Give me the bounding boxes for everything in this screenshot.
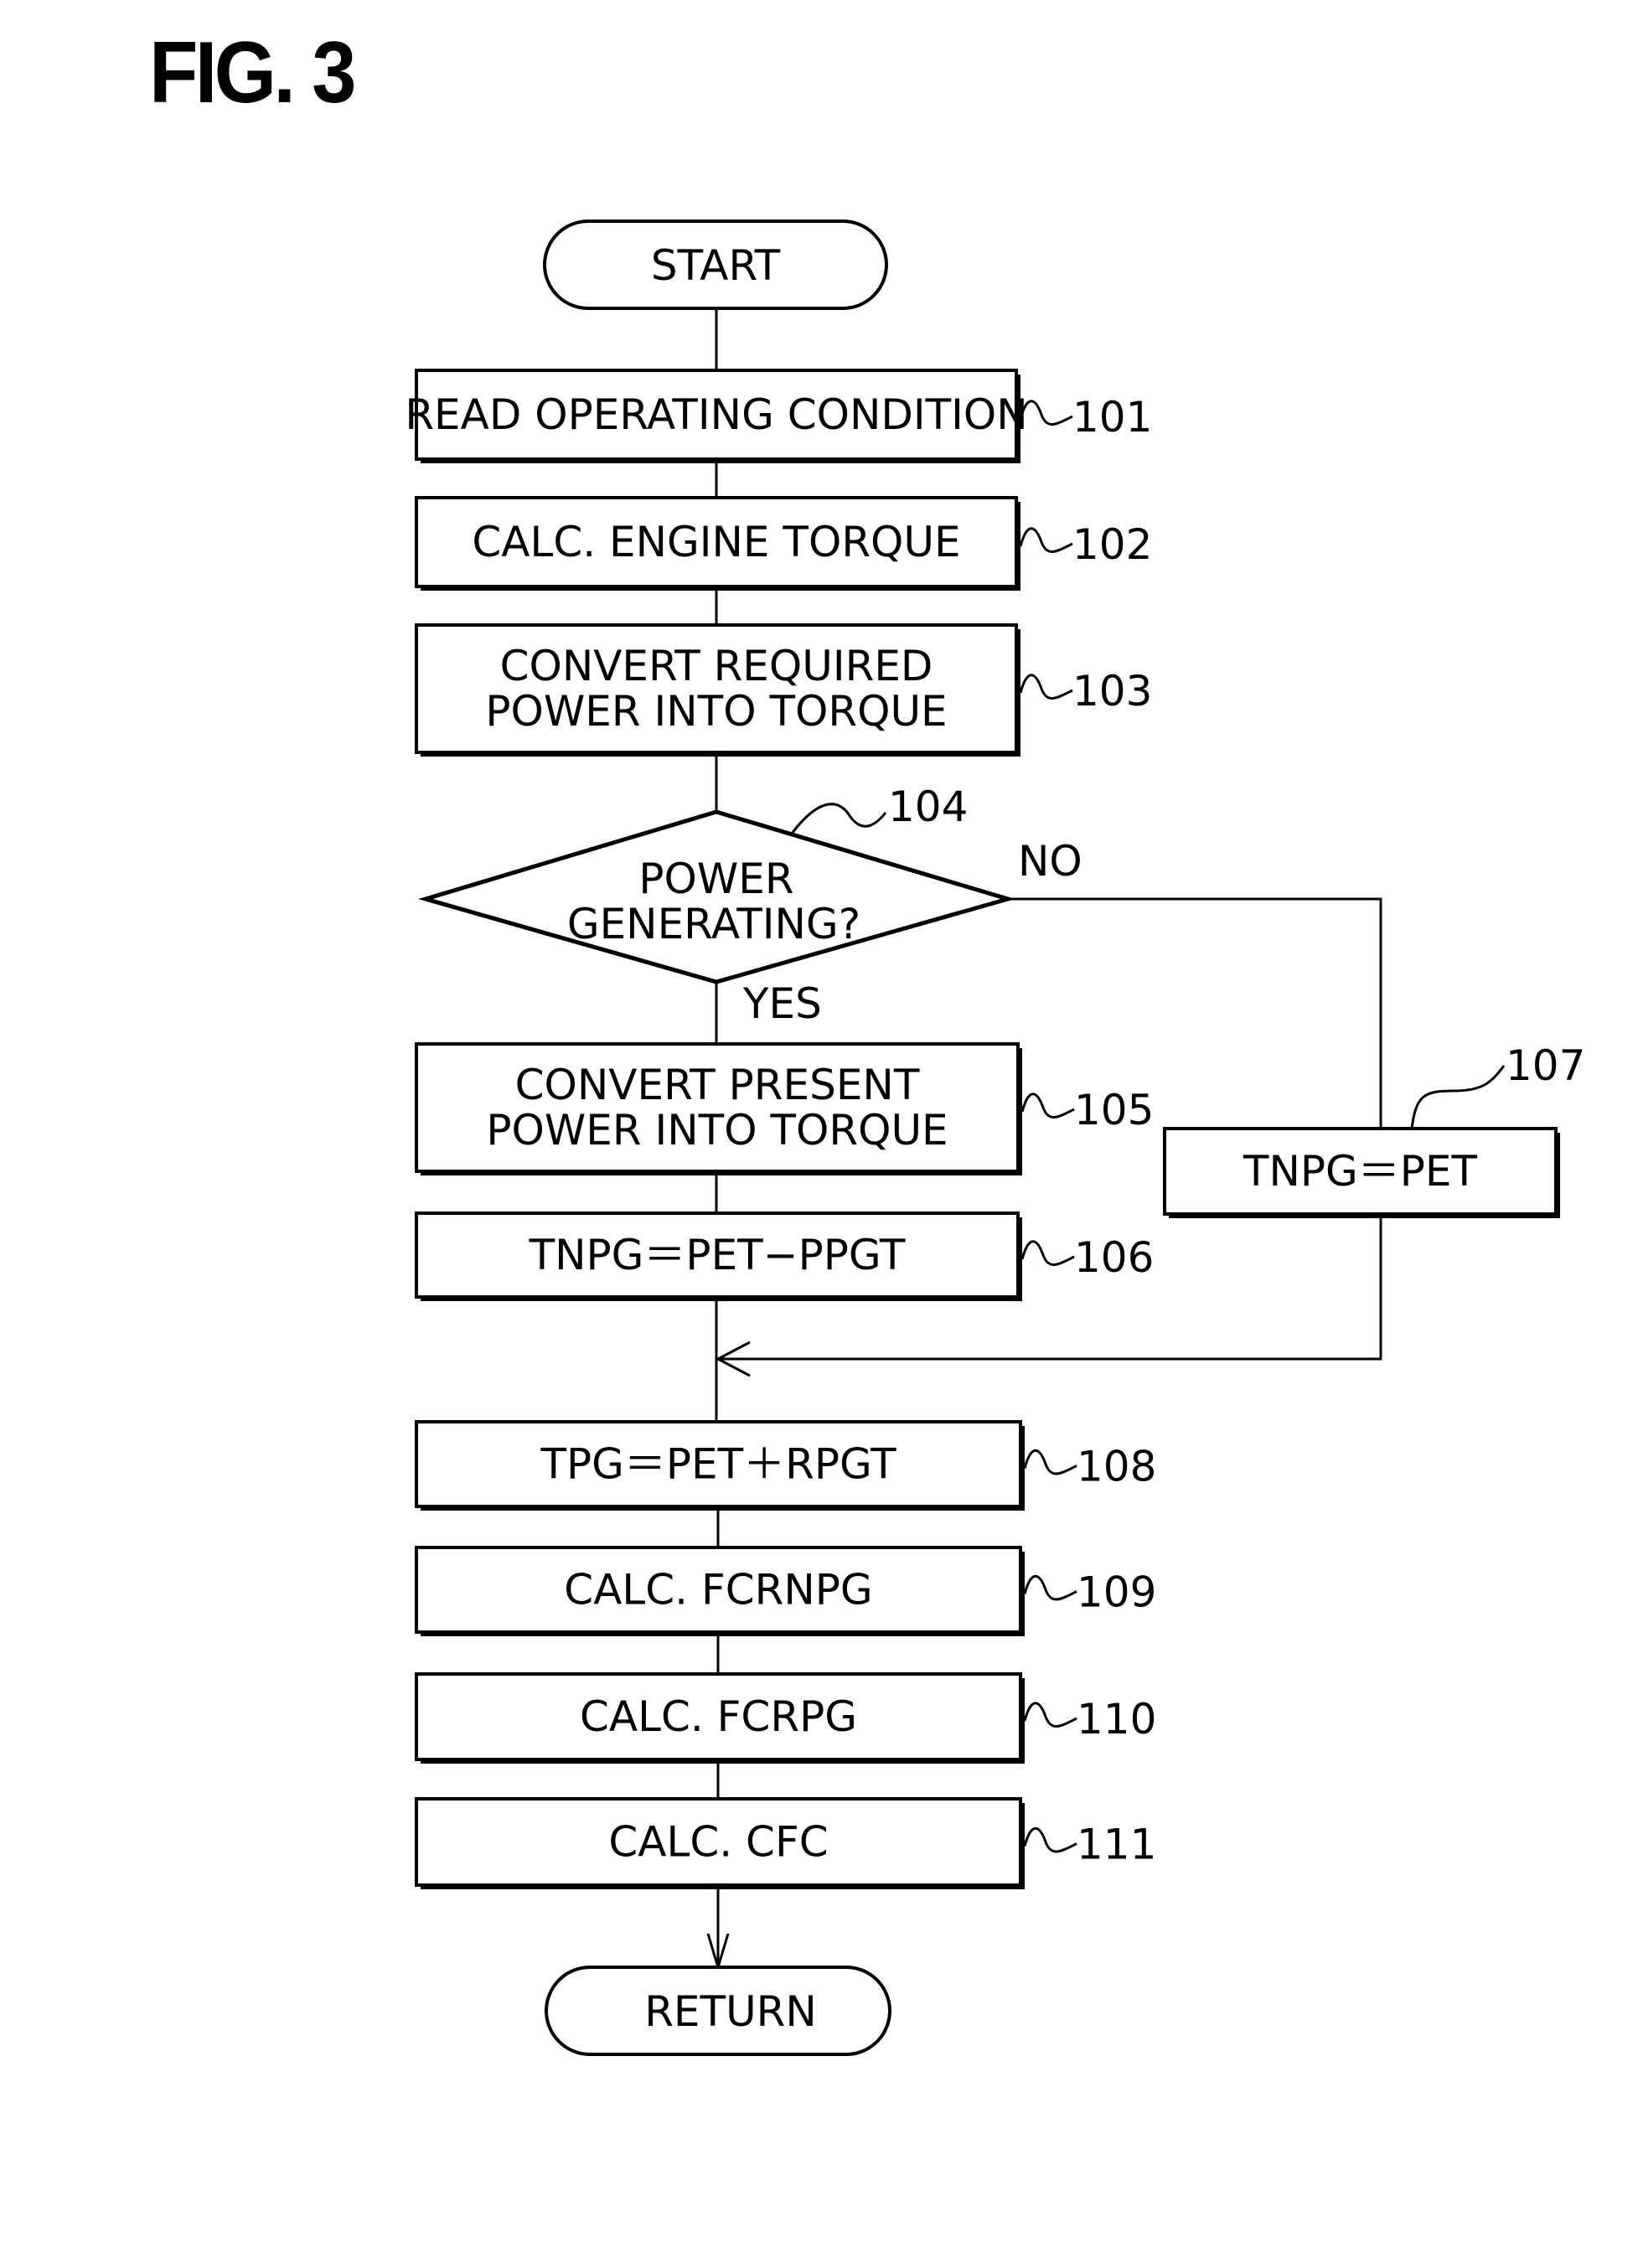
ref-109: 109 [1077, 1568, 1156, 1617]
step-107-line-1: TNPG＝PET [1243, 1147, 1478, 1196]
leader-104 [790, 803, 887, 834]
leader-110 [1023, 1702, 1077, 1728]
step-102-line-1: CALC. ENGINE TORQUE [472, 518, 960, 566]
step-106-line-1: TNPG＝PET−PPGT [529, 1231, 906, 1279]
leader-103 [1019, 674, 1073, 700]
step-105-line-2: POWER INTO TORQUE [486, 1106, 948, 1155]
no-label: NO [1018, 837, 1082, 886]
ref-101: 101 [1072, 393, 1152, 442]
step-103-line-1: CONVERT REQUIRED [500, 642, 933, 690]
step-105-line-1: CONVERT PRESENT [515, 1061, 920, 1109]
leader-101 [1019, 400, 1073, 426]
process-box-108: TPG＝PET＋RPGT 108 [415, 1420, 1156, 1511]
decision-line-2: GENERATING? [567, 900, 860, 948]
process-box-103: CONVERT REQUIREDPOWER INTO TORQUE 103 [415, 623, 1152, 757]
ref-105: 105 [1074, 1086, 1154, 1134]
process-box-107: TNPG＝PET 107 [1163, 1041, 1585, 1218]
decision-line-1: POWER [638, 855, 793, 903]
connector-104-no-107 [1008, 897, 1382, 1129]
return-terminal: RETURN [545, 1966, 891, 2056]
start-terminal: START [543, 220, 888, 310]
step-108-line-1: TPG＝PET＋RPGT [540, 1440, 896, 1489]
leader-105 [1020, 1093, 1075, 1119]
process-steps: READ OPERATING CONDITION 101 CALC. ENGINE … [405, 369, 1585, 1889]
process-box-110: CALC. FCRPG 110 [415, 1672, 1156, 1764]
process-box-102: CALC. ENGINE TORQUE 102 [415, 496, 1152, 591]
step-111-line-1: CALC. CFC [608, 1818, 828, 1867]
leader-102 [1019, 527, 1073, 553]
start-label: START [651, 241, 781, 290]
step-101-line-1: READ OPERATING CONDITION [405, 390, 1027, 439]
return-label: RETURN [644, 1987, 817, 2036]
step-103-line-2: POWER INTO TORQUE [485, 687, 947, 736]
ref-110: 110 [1077, 1695, 1156, 1744]
process-box-105: CONVERT PRESENTPOWER INTO TORQUE 105 [415, 1042, 1154, 1175]
ref-103: 103 [1072, 667, 1152, 716]
step-109-line-1: CALC. FCRNPG [564, 1566, 872, 1614]
process-box-111: CALC. CFC 111 [415, 1797, 1156, 1889]
leader-109 [1023, 1574, 1077, 1601]
leader-108 [1023, 1449, 1077, 1475]
process-box-106: TNPG＝PET−PPGT 106 [415, 1211, 1154, 1301]
flowchart: START RETURN POWER GENERATING? 104 NO YE… [405, 220, 1585, 2056]
ref-111: 111 [1077, 1821, 1156, 1869]
decision-104: POWER GENERATING? 104 NO YES [418, 783, 1082, 1028]
leader-111 [1023, 1826, 1077, 1853]
ref-104: 104 [888, 783, 968, 831]
step-110-line-1: CALC. FCRPG [580, 1692, 857, 1741]
ref-106: 106 [1074, 1233, 1154, 1282]
leader-106 [1020, 1240, 1075, 1266]
process-box-109: CALC. FCRNPG 109 [415, 1546, 1156, 1636]
process-box-101: READ OPERATING CONDITION 101 [405, 369, 1152, 463]
leader-107 [1410, 1065, 1506, 1129]
yes-label: YES [742, 979, 822, 1028]
ref-107: 107 [1506, 1041, 1585, 1090]
ref-102: 102 [1072, 520, 1152, 569]
ref-108: 108 [1077, 1443, 1156, 1491]
